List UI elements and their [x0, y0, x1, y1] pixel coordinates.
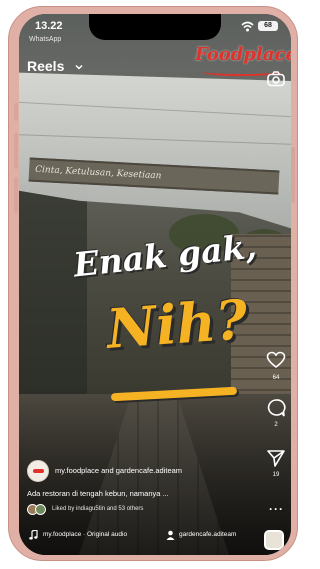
phone-screen: Cinta, Ketulusan, Kesetiaan Enak gak, Ni…	[19, 14, 291, 555]
status-time: 13.22	[35, 20, 63, 32]
audio-label[interactable]: my.foodplace · Original audio	[43, 531, 127, 538]
share-icon[interactable]	[266, 448, 286, 468]
notch	[89, 14, 221, 40]
person-icon	[166, 530, 175, 540]
comments-count: 2	[274, 422, 278, 428]
status-bar: 13.22 WhatsApp 68	[19, 14, 291, 43]
wifi-icon	[241, 21, 254, 32]
overlay-headline-line2: Nih?	[104, 287, 250, 361]
tagged-account[interactable]: gardencafe.aditeam	[179, 531, 259, 538]
camera-icon[interactable]	[267, 71, 285, 87]
chevron-down-icon[interactable]	[74, 62, 84, 72]
liked-by-avatars	[27, 504, 49, 515]
power-button	[291, 147, 295, 203]
liked-by-text[interactable]: Liked by indiagu5tin and 53 others	[52, 506, 143, 512]
brand-logo: Foodplace!	[195, 44, 291, 65]
likes-count: 64	[272, 375, 280, 381]
shares-count: 19	[272, 472, 280, 478]
author-avatar[interactable]	[27, 460, 49, 482]
side-button	[14, 103, 18, 121]
battery-indicator: 68	[258, 21, 278, 31]
building-left	[19, 184, 87, 404]
post-authors[interactable]: my.foodplace and gardencafe.aditeam	[55, 466, 182, 475]
reels-title[interactable]: Reels	[27, 58, 64, 74]
music-icon	[29, 530, 38, 540]
comment-icon[interactable]	[266, 398, 286, 418]
audio-thumbnail[interactable]	[264, 530, 284, 550]
liker-avatar	[35, 504, 46, 515]
more-icon[interactable]: ···	[269, 503, 284, 515]
post-caption[interactable]: Ada restoran di tengah kebun, namanya ..…	[27, 489, 169, 498]
volume-down-button	[14, 177, 18, 213]
heart-icon[interactable]	[266, 350, 286, 370]
back-to-app-link[interactable]: WhatsApp	[29, 36, 61, 43]
volume-up-button	[14, 133, 18, 169]
